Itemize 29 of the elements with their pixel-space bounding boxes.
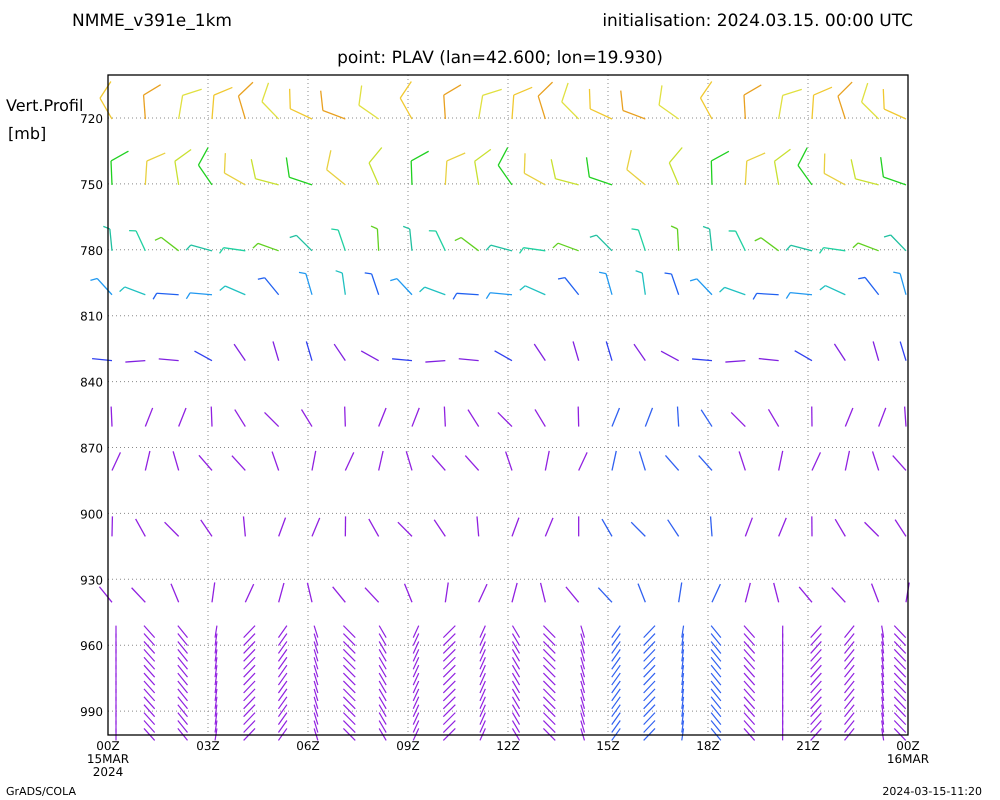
- tick-label: 810: [80, 310, 103, 324]
- tick-label: 21Z: [796, 739, 820, 753]
- tick-label: 03Z: [196, 739, 220, 753]
- tick-label: 00Z: [96, 739, 120, 753]
- tick-label: 780: [80, 244, 103, 258]
- tick-label: 15MAR: [86, 752, 130, 766]
- tick-label: 870: [80, 442, 103, 456]
- tick-label: 15Z: [596, 739, 620, 753]
- axis-title: Vert.Profil: [6, 96, 84, 115]
- tick-label: 2024: [92, 765, 124, 779]
- timestamp: 2024-03-15-11:20: [882, 785, 982, 798]
- tick-label: 16MAR: [886, 752, 930, 766]
- tick-label: 960: [80, 639, 103, 654]
- point-title: point: PLAV (lan=42.600; lon=19.930): [337, 48, 663, 68]
- axis-unit: [mb]: [8, 124, 46, 143]
- initialisation-time: initialisation: 2024.03.15. 00:00 UTC: [602, 11, 913, 31]
- credit-label: GrADS/COLA: [6, 785, 76, 798]
- tick-label: 990: [80, 705, 103, 720]
- tick-label: 12Z: [496, 739, 520, 753]
- tick-label: 18Z: [696, 739, 720, 753]
- tick-label: 840: [80, 376, 103, 390]
- tick-label: 09Z: [396, 739, 420, 753]
- tick-label: 720: [80, 112, 103, 126]
- tick-label: 00Z: [896, 739, 920, 753]
- model-title: NMME_v391e_1km: [72, 11, 232, 31]
- tick-label: 900: [80, 507, 103, 522]
- tick-label: 06Z: [296, 739, 320, 753]
- tick-label: 750: [80, 178, 103, 192]
- tick-label: 930: [80, 573, 103, 588]
